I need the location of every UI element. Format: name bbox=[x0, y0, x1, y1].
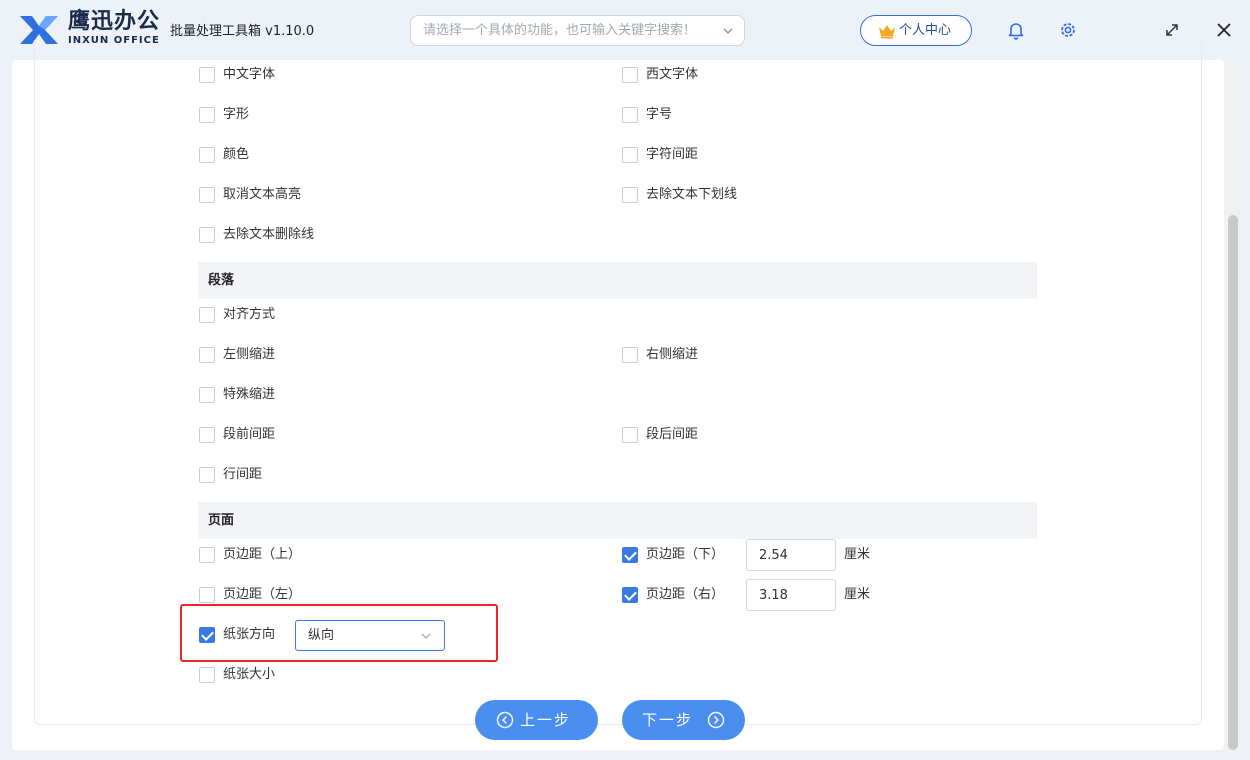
unit-label: 厘米 bbox=[844, 547, 871, 562]
checkbox[interactable] bbox=[622, 67, 638, 83]
next-step-label: 下一步 bbox=[642, 711, 694, 729]
scrollbar-thumb[interactable] bbox=[1228, 215, 1238, 750]
section-title: 段落 bbox=[208, 273, 235, 288]
option-label: 字号 bbox=[646, 107, 673, 122]
option-label: 页边距（下） bbox=[646, 547, 725, 562]
checkbox[interactable] bbox=[199, 667, 215, 683]
checkbox[interactable] bbox=[199, 67, 215, 83]
option-label: 取消文本高亮 bbox=[223, 187, 302, 202]
option-label: 特殊缩进 bbox=[223, 387, 276, 402]
option-label: 字符间距 bbox=[646, 147, 699, 162]
option-label: 中文字体 bbox=[223, 67, 276, 82]
checkbox[interactable] bbox=[199, 187, 215, 203]
option-label: 页边距（上） bbox=[223, 547, 302, 562]
checkbox[interactable] bbox=[199, 347, 215, 363]
prev-step-label: 上一步 bbox=[520, 711, 572, 729]
option-label: 颜色 bbox=[223, 147, 250, 162]
app-title: 批量处理工具箱 v1.10.0 bbox=[170, 24, 315, 39]
unit-label: 厘米 bbox=[844, 587, 871, 602]
brand-name: 鹰迅办公 bbox=[68, 9, 161, 34]
checkbox[interactable] bbox=[622, 347, 638, 363]
section-page: 页面 bbox=[198, 502, 1037, 539]
checkbox[interactable] bbox=[622, 187, 638, 203]
margin-bottom-input[interactable]: 2.54 bbox=[746, 539, 836, 571]
highlight-annotation bbox=[180, 604, 498, 662]
checkbox[interactable] bbox=[199, 107, 215, 123]
option-label: 右侧缩进 bbox=[646, 347, 699, 362]
option-label: 西文字体 bbox=[646, 67, 699, 82]
checkbox[interactable] bbox=[199, 307, 215, 323]
search-placeholder: 请选择一个具体的功能，也可输入关键字搜索！ bbox=[423, 23, 697, 38]
checkbox[interactable] bbox=[199, 427, 215, 443]
maximize-icon[interactable] bbox=[1161, 19, 1183, 41]
input-value: 2.54 bbox=[759, 548, 788, 563]
input-value: 3.18 bbox=[759, 588, 788, 603]
option-label: 行间距 bbox=[223, 467, 263, 482]
chevron-down-icon[interactable] bbox=[722, 25, 734, 37]
checkbox[interactable] bbox=[622, 427, 638, 443]
option-label: 对齐方式 bbox=[223, 307, 276, 322]
section-title: 页面 bbox=[208, 513, 235, 528]
option-label: 页边距（右） bbox=[646, 587, 725, 602]
checkbox[interactable] bbox=[199, 387, 215, 403]
option-label: 去除文本删除线 bbox=[223, 227, 315, 242]
next-step-button[interactable]: 下一步 bbox=[622, 700, 745, 740]
close-icon[interactable] bbox=[1213, 19, 1235, 41]
prev-step-button[interactable]: 上一步 bbox=[475, 700, 598, 740]
checkbox-checked[interactable] bbox=[622, 547, 638, 563]
margin-right-input[interactable]: 3.18 bbox=[746, 579, 836, 611]
option-label: 字形 bbox=[223, 107, 250, 122]
option-label: 左侧缩进 bbox=[223, 347, 276, 362]
chevron-left-circle-icon bbox=[496, 711, 514, 729]
option-label: 段前间距 bbox=[223, 427, 276, 442]
checkbox[interactable] bbox=[199, 467, 215, 483]
checkbox[interactable] bbox=[199, 227, 215, 243]
section-paragraph: 段落 bbox=[198, 262, 1037, 299]
checkbox[interactable] bbox=[199, 587, 215, 603]
option-label: 页边距（左） bbox=[223, 587, 302, 602]
user-center-label: 个人中心 bbox=[899, 23, 952, 38]
crown-icon bbox=[879, 25, 895, 39]
option-label: 纸张大小 bbox=[223, 667, 276, 682]
checkbox[interactable] bbox=[622, 147, 638, 163]
checkbox[interactable] bbox=[622, 107, 638, 123]
checkbox[interactable] bbox=[199, 547, 215, 563]
chevron-right-circle-icon bbox=[707, 711, 725, 729]
checkbox[interactable] bbox=[199, 147, 215, 163]
checkbox-checked[interactable] bbox=[622, 587, 638, 603]
gear-icon[interactable] bbox=[1057, 19, 1079, 41]
bell-icon[interactable] bbox=[1005, 19, 1027, 41]
option-label: 去除文本下划线 bbox=[646, 187, 738, 202]
option-label: 段后间距 bbox=[646, 427, 699, 442]
